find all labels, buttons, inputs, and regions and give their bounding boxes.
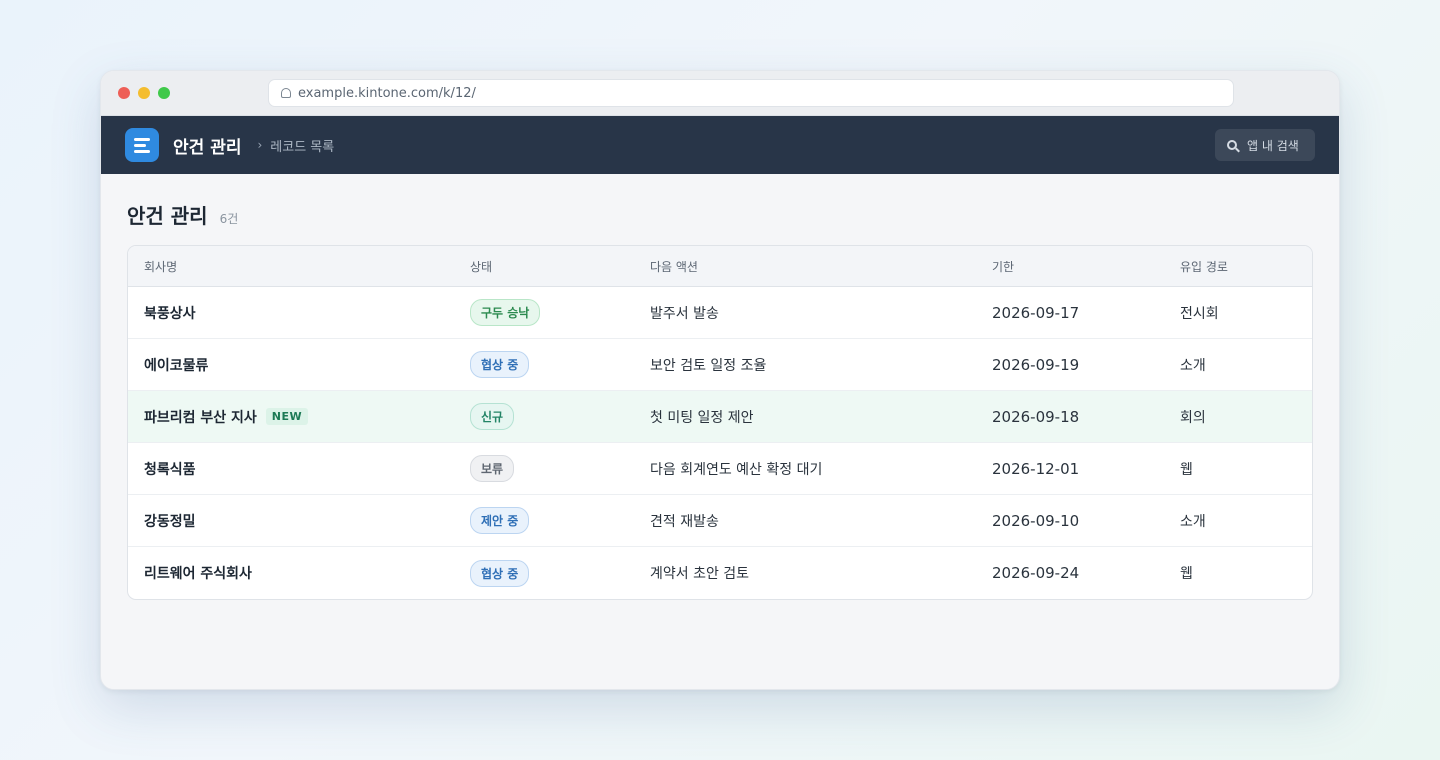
due-date: 2026-12-01 (992, 459, 1080, 478)
due-date: 2026-09-24 (992, 564, 1080, 582)
lead-source: 웹 (1180, 566, 1193, 582)
table-row[interactable]: 리트웨어 주식회사 협상 중 계약서 초안 검토 2026-09-24 웹 (128, 547, 1312, 599)
minimize-window-button[interactable] (138, 87, 150, 99)
status-badge: 제안 중 (470, 507, 530, 534)
next-action: 견적 재발송 (650, 513, 719, 530)
table-row[interactable]: 에이코물류 협상 중 보안 검토 일정 조율 2026-09-19 소개 (128, 339, 1312, 391)
browser-window: example.kintone.com/k/12/ 안건 관리 › 레코드 목록… (100, 70, 1340, 690)
column-header-company[interactable]: 회사명 (128, 258, 470, 275)
next-action: 발주서 발송 (650, 305, 719, 322)
browser-chrome: example.kintone.com/k/12/ (101, 71, 1339, 116)
address-bar[interactable]: example.kintone.com/k/12/ (268, 79, 1234, 107)
table-header: 회사명 상태 다음 액션 기한 유입 경로 (128, 246, 1312, 287)
maximize-window-button[interactable] (158, 87, 170, 99)
next-action: 첫 미팅 일정 제안 (650, 409, 754, 426)
table-row[interactable]: 강동정밀 제안 중 견적 재발송 2026-09-10 소개 (128, 495, 1312, 547)
app-search-button[interactable]: 앱 내 검색 (1215, 129, 1315, 161)
column-header-due[interactable]: 기한 (992, 258, 1180, 275)
column-header-source[interactable]: 유입 경로 (1180, 258, 1312, 275)
table-row[interactable]: 북풍상사 구두 승낙 발주서 발송 2026-09-17 전시회 (128, 287, 1312, 339)
lead-source: 회의 (1180, 409, 1206, 426)
new-badge: NEW (265, 408, 309, 425)
close-window-button[interactable] (118, 87, 130, 99)
column-header-next-action[interactable]: 다음 액션 (650, 258, 992, 275)
search-icon (1227, 140, 1237, 150)
lead-source: 소개 (1180, 513, 1206, 530)
main-content: 안건 관리 6건 회사명 상태 다음 액션 기한 유입 경로 북풍상사 구두 승… (101, 174, 1339, 600)
company-name[interactable]: 강동정밀 (144, 511, 196, 531)
lead-source: 소개 (1180, 357, 1206, 374)
records-table: 회사명 상태 다음 액션 기한 유입 경로 북풍상사 구두 승낙 발주서 발송 … (127, 245, 1313, 600)
status-badge: 협상 중 (470, 559, 530, 587)
company-name[interactable]: 에이코물류 (144, 355, 208, 375)
table-row[interactable]: 파브리컴 부산 지사 NEW 신규 첫 미팅 일정 제안 2026-09-18 … (128, 391, 1312, 443)
page-title: 안건 관리 (127, 204, 208, 228)
table-row[interactable]: 청록식품 보류 다음 회계연도 예산 확정 대기 2026-12-01 웹 (128, 443, 1312, 495)
breadcrumb-record-list[interactable]: 레코드 목록 (270, 136, 334, 155)
record-count: 6건 (219, 212, 239, 226)
page-heading: 안건 관리 6건 (127, 200, 1313, 229)
next-action: 다음 회계연도 예산 확정 대기 (650, 461, 823, 478)
app-title[interactable]: 안건 관리 (173, 133, 241, 158)
company-name[interactable]: 북풍상사 (144, 303, 196, 323)
due-date: 2026-09-10 (992, 511, 1080, 530)
due-date: 2026-09-18 (992, 407, 1080, 426)
app-search-label: 앱 내 검색 (1247, 138, 1299, 153)
company-name[interactable]: 리트웨어 주식회사 (144, 563, 252, 583)
company-name[interactable]: 파브리컴 부산 지사 (144, 407, 257, 427)
due-date: 2026-09-19 (992, 355, 1080, 374)
app-logo-icon[interactable] (125, 128, 159, 162)
next-action: 보안 검토 일정 조율 (650, 357, 767, 374)
company-name[interactable]: 청록식품 (144, 459, 196, 479)
status-badge: 구두 승낙 (470, 299, 541, 326)
due-date: 2026-09-17 (992, 303, 1080, 322)
app-header: 안건 관리 › 레코드 목록 앱 내 검색 (101, 116, 1339, 174)
lead-source: 전시회 (1180, 305, 1219, 322)
status-badge: 협상 중 (470, 351, 530, 378)
url-text: example.kintone.com/k/12/ (298, 85, 476, 101)
lock-icon (281, 88, 291, 98)
status-badge: 신규 (470, 403, 515, 430)
lead-source: 웹 (1180, 461, 1193, 478)
next-action: 계약서 초안 검토 (650, 566, 750, 582)
column-header-status[interactable]: 상태 (470, 258, 650, 275)
breadcrumb-separator: › (257, 138, 263, 152)
status-badge: 보류 (470, 455, 515, 482)
